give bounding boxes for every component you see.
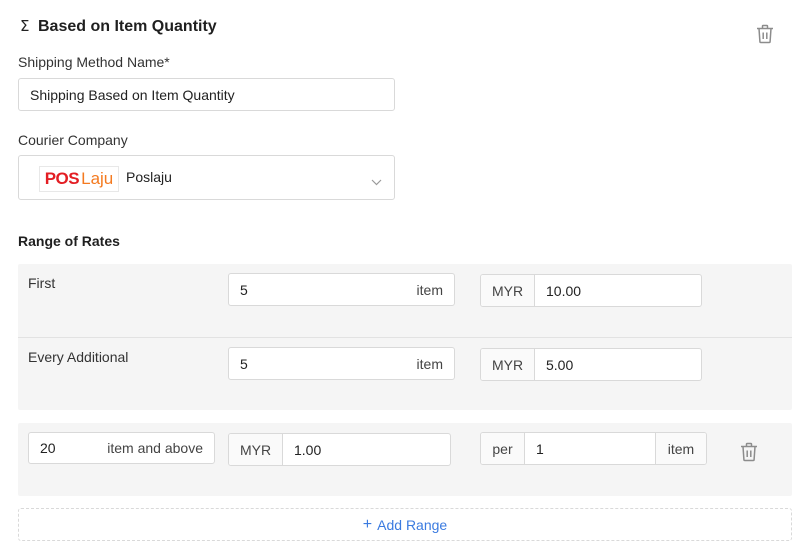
additional-amount-value: 5.00 (546, 356, 574, 373)
rate-row-label: First (28, 275, 56, 291)
per-qty-input[interactable]: per 1 item (480, 432, 707, 465)
first-amount-value: 10.00 (546, 282, 582, 299)
courier-selected-value: Poslaju (126, 169, 172, 185)
poslaju-logo: POS Laju (39, 166, 119, 192)
rate-row-label: Every Additional (28, 349, 129, 365)
section-title: Based on Item Quantity (38, 18, 217, 35)
per-unit-addon: item (655, 433, 706, 464)
currency-addon: MYR (481, 349, 535, 380)
first-qty-unit: item (416, 281, 443, 298)
add-range-button[interactable]: + Add Range (18, 508, 792, 541)
rates-divider (18, 337, 792, 338)
courier-company-label: Courier Company (18, 132, 128, 148)
range-of-rates-title: Range of Rates (18, 233, 120, 249)
additional-qty-input[interactable]: 5 item (228, 347, 455, 380)
above-qty-input[interactable]: 20 item and above (28, 432, 215, 464)
additional-amount-input[interactable]: MYR 5.00 (480, 348, 702, 381)
delete-range-trash-icon[interactable] (740, 442, 760, 464)
additional-qty-unit: item (416, 355, 443, 372)
courier-select[interactable]: POS Laju Poslaju (18, 155, 395, 200)
above-amount-input[interactable]: MYR 1.00 (228, 433, 451, 466)
plus-icon: + (362, 515, 373, 533)
sigma-icon: Σ (20, 17, 30, 35)
above-qty-suffix: item and above (107, 440, 203, 456)
per-qty-value: 1 (536, 440, 544, 457)
add-range-label: Add Range (377, 516, 448, 533)
above-qty-value: 20 (40, 440, 56, 456)
first-qty-value: 5 (240, 281, 248, 298)
additional-qty-value: 5 (240, 355, 248, 372)
shipping-method-input[interactable]: Shipping Based on Item Quantity (18, 78, 395, 111)
first-amount-input[interactable]: MYR 10.00 (480, 274, 702, 307)
currency-addon: MYR (481, 275, 535, 306)
shipping-method-label: Shipping Method Name* (18, 54, 170, 70)
first-qty-input[interactable]: 5 item (228, 273, 455, 306)
currency-addon: MYR (229, 434, 283, 465)
delete-method-trash-icon[interactable] (756, 24, 776, 46)
shipping-method-value: Shipping Based on Item Quantity (30, 86, 235, 103)
chevron-down-icon (371, 173, 382, 189)
per-addon: per (481, 433, 525, 464)
above-amount-value: 1.00 (294, 441, 322, 458)
